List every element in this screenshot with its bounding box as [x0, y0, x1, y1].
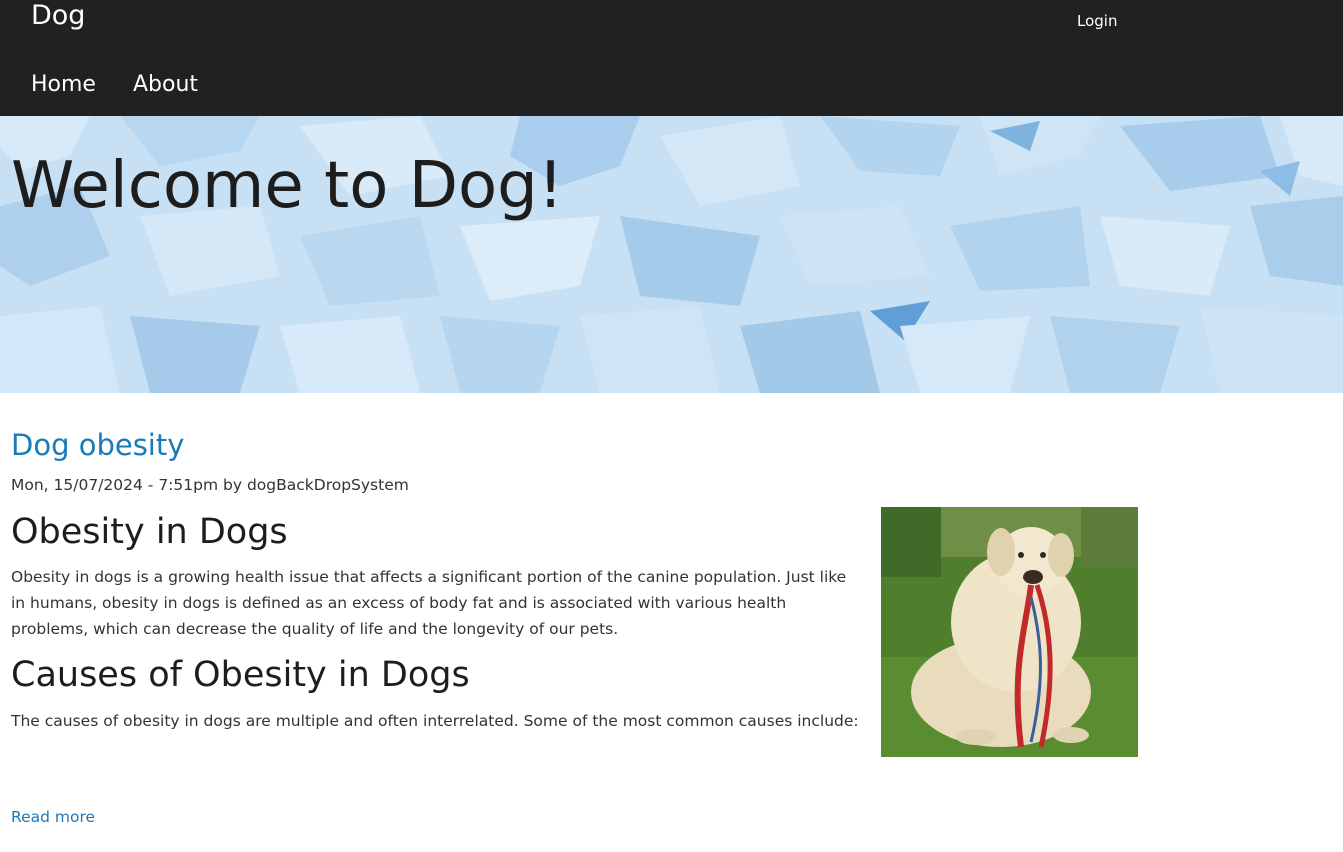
login-link[interactable]: Login	[1077, 10, 1117, 32]
dog-photo	[881, 507, 1138, 757]
article-meta: Mon, 15/07/2024 - 7:51pm by dogBackDropS…	[11, 474, 409, 496]
site-name-link[interactable]: Dog	[31, 0, 85, 36]
hero-banner: Welcome to Dog!	[0, 116, 1343, 393]
article-author-link[interactable]: dogBackDropSystem	[247, 476, 409, 494]
article-date: Mon, 15/07/2024 - 7:51pm	[11, 476, 219, 494]
article-title-link[interactable]: Dog obesity	[11, 426, 184, 464]
heading-obesity-in-dogs: Obesity in Dogs	[11, 512, 288, 552]
site-header: Dog Login Home About	[0, 0, 1343, 116]
nav-item-home[interactable]: Home	[31, 68, 96, 102]
paragraph-intro: Obesity in dogs is a growing health issu…	[11, 568, 847, 638]
paragraph-causes: The causes of obesity in dogs are multip…	[11, 712, 859, 730]
article-by: by	[223, 476, 243, 494]
nav-item-about[interactable]: About	[133, 68, 198, 102]
read-more-link[interactable]: Read more	[11, 806, 95, 828]
hero-title: Welcome to Dog!	[11, 149, 564, 223]
heading-causes: Causes of Obesity in Dogs	[11, 655, 470, 695]
